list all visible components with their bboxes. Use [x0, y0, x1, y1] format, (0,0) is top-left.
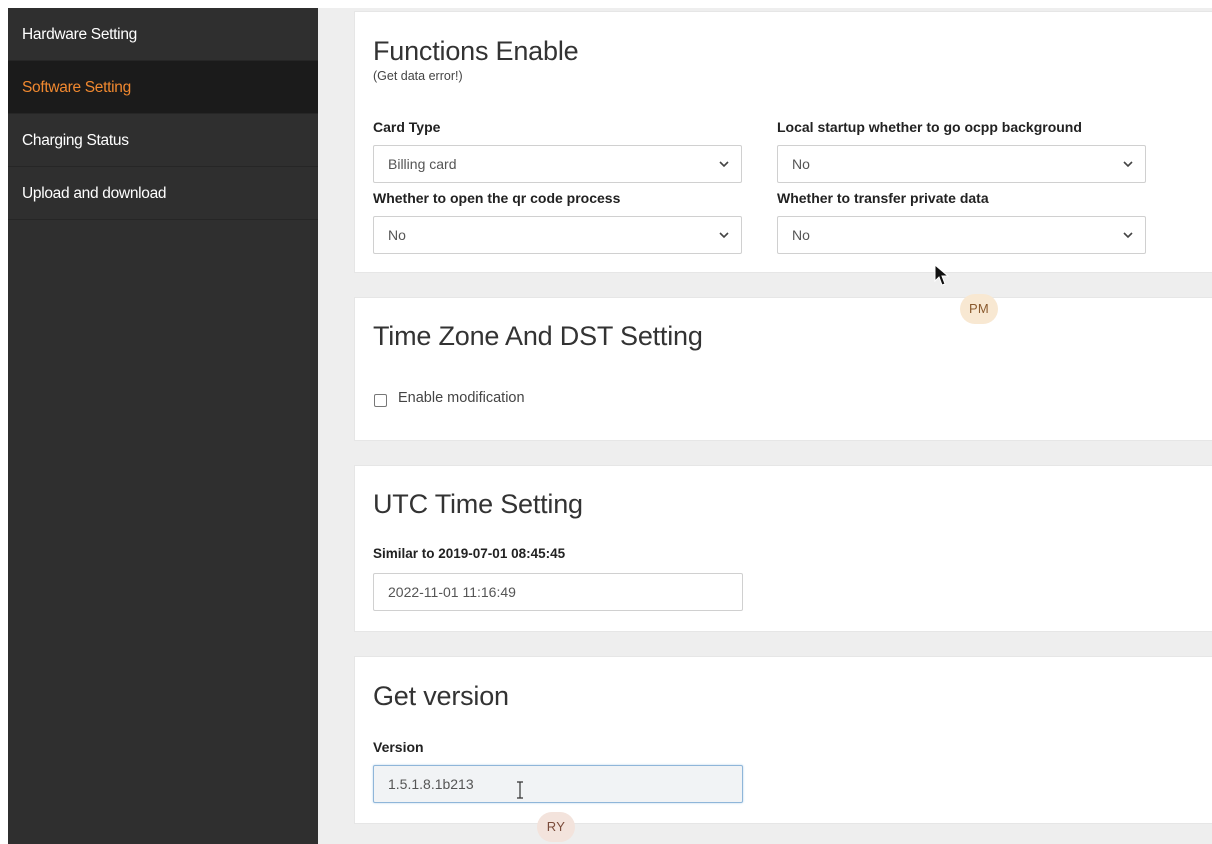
get-version-card: Get version Version 1.5.1.8.1b213 [354, 656, 1212, 824]
sidebar-item-hardware-setting[interactable]: Hardware Setting [8, 8, 318, 61]
card-type-select[interactable]: Billing card [373, 145, 742, 183]
version-value: 1.5.1.8.1b213 [388, 776, 474, 792]
card-type-value: Billing card [388, 156, 457, 172]
sidebar-item-software-setting[interactable]: Software Setting [8, 61, 318, 114]
chevron-down-icon [717, 146, 731, 182]
qr-code-process-label: Whether to open the qr code process [373, 190, 621, 206]
utc-hint-label: Similar to 2019-07-01 08:45:45 [373, 546, 566, 561]
qr-code-process-select[interactable]: No [373, 216, 742, 254]
local-startup-label: Local startup whether to go ocpp backgro… [777, 119, 1082, 135]
utc-time-title: UTC Time Setting [373, 489, 583, 519]
get-data-error-note: (Get data error!) [373, 69, 463, 83]
functions-enable-title: Functions Enable [373, 36, 579, 66]
chevron-down-icon [717, 217, 731, 253]
chevron-down-icon [1121, 146, 1135, 182]
enable-modification-label[interactable]: Enable modification [398, 390, 525, 406]
private-data-label: Whether to transfer private data [777, 190, 989, 206]
text-cursor-icon [515, 776, 525, 812]
time-zone-card: Time Zone And DST Setting Enable modific… [354, 297, 1212, 441]
private-data-select[interactable]: No [777, 216, 1146, 254]
version-input[interactable]: 1.5.1.8.1b213 [373, 765, 743, 803]
utc-time-card: UTC Time Setting Similar to 2019-07-01 0… [354, 465, 1212, 632]
local-startup-value: No [792, 156, 810, 172]
mouse-pointer-icon [934, 263, 950, 293]
chevron-down-icon [1121, 217, 1135, 253]
get-version-title: Get version [373, 681, 509, 711]
local-startup-select[interactable]: No [777, 145, 1146, 183]
version-label: Version [373, 739, 424, 755]
sidebar: Hardware Setting Software Setting Chargi… [8, 8, 318, 844]
pm-collaborator-badge: PM [960, 294, 998, 324]
time-zone-title: Time Zone And DST Setting [373, 321, 703, 351]
card-type-label: Card Type [373, 119, 441, 135]
utc-time-input[interactable]: 2022-11-01 11:16:49 [373, 573, 743, 611]
private-data-value: No [792, 227, 810, 243]
main-content: Functions Enable (Get data error!) Card … [318, 8, 1212, 844]
qr-code-process-value: No [388, 227, 406, 243]
sidebar-item-charging-status[interactable]: Charging Status [8, 114, 318, 167]
enable-modification-checkbox[interactable] [374, 394, 387, 407]
functions-enable-card: Functions Enable (Get data error!) Card … [354, 11, 1212, 273]
ry-collaborator-badge: RY [537, 812, 575, 842]
sidebar-item-upload-and-download[interactable]: Upload and download [8, 167, 318, 220]
